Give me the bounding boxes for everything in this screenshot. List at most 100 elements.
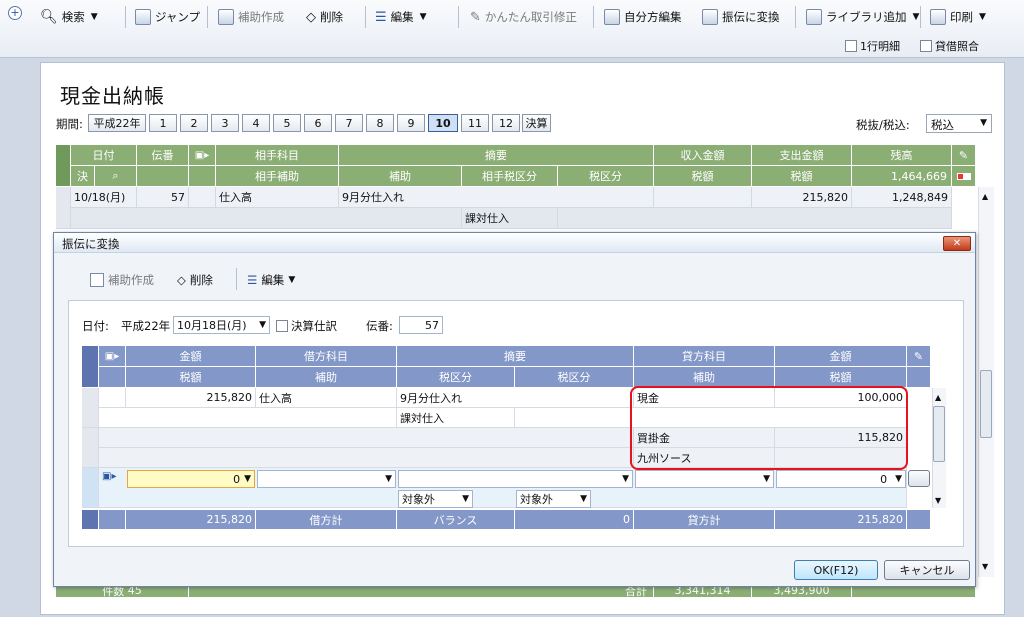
list-icon: ☰ <box>247 273 258 287</box>
month-tab[interactable]: 1 <box>149 114 177 132</box>
delete-button[interactable]: ◇ 削除 <box>306 6 343 28</box>
credit-account-select[interactable]: ▼ <box>635 470 774 488</box>
closing-checkbox[interactable]: 決算仕訳 <box>276 318 337 334</box>
row-date[interactable]: 10/18(月) <box>71 187 137 208</box>
scroll-up-icon[interactable]: ▲ <box>935 393 941 402</box>
chevron-down-icon: ▼ <box>980 118 987 128</box>
checkbox[interactable] <box>276 320 288 332</box>
col-tax-class-1: 税区分 <box>397 367 515 388</box>
scroll-up-icon[interactable]: ▲ <box>982 192 988 201</box>
edit-menu-button[interactable]: ☰ 編集 ▼ <box>375 6 427 28</box>
row-income[interactable] <box>654 187 752 208</box>
checkbox[interactable] <box>845 40 857 52</box>
scroll-down-icon[interactable]: ▼ <box>935 496 941 505</box>
tax-class-select-2[interactable]: 対象外 ▼ <box>516 490 591 508</box>
jump-button[interactable]: ジャンプ <box>135 6 200 28</box>
debit-account[interactable]: 仕入高 <box>256 388 397 408</box>
library-add-button[interactable]: ライブラリ追加 ▼ <box>806 6 919 28</box>
aux-create-button[interactable]: 補助作成 <box>218 6 284 28</box>
month-tab[interactable]: 10 <box>428 114 458 132</box>
close-icon[interactable]: ✕ <box>943 236 971 251</box>
month-tab[interactable]: 4 <box>242 114 270 132</box>
footer-cell <box>82 510 99 530</box>
col-search[interactable]: ⌕ <box>95 166 137 187</box>
date-select[interactable]: 10月18日(月) ▼ <box>173 316 270 334</box>
col-credit-account: 貸方科目 <box>634 346 775 367</box>
memo-select[interactable]: ▼ <box>398 470 633 488</box>
search-icon: 🔍︎ <box>40 9 58 25</box>
month-tab[interactable]: 5 <box>273 114 301 132</box>
column-settings-icon[interactable]: ✎ <box>907 346 931 367</box>
scroll-down-icon[interactable]: ▼ <box>982 562 988 571</box>
month-tab[interactable]: 決算 <box>522 114 551 132</box>
col-credit-amount: 金額 <box>775 346 907 367</box>
row-slip[interactable]: 57 <box>137 187 189 208</box>
debit-total: 215,820 <box>126 510 256 530</box>
row-selector[interactable] <box>82 468 99 508</box>
column-icon[interactable]: ▣▸ <box>102 471 116 482</box>
dialog-edit-button[interactable]: ☰ 編集 ▼ <box>247 272 295 288</box>
tax-class[interactable]: 課対仕入 <box>397 408 515 428</box>
search-icon: ⌕ <box>112 169 119 182</box>
footer-cell <box>99 510 126 530</box>
easy-fix-button[interactable]: ✎ かんたん取引修正 <box>470 6 577 28</box>
month-tab[interactable]: 11 <box>461 114 489 132</box>
amount-input[interactable]: 0 ▼ <box>127 470 255 488</box>
month-tab[interactable]: 8 <box>366 114 394 132</box>
col-icon[interactable]: ▣▸ <box>189 145 216 166</box>
row-expense[interactable]: 215,820 <box>752 187 852 208</box>
row-account[interactable]: 仕入高 <box>216 187 339 208</box>
col-debit-amount: 金額 <box>126 346 256 367</box>
row-tax[interactable]: 課対仕入 <box>462 208 558 229</box>
one-line-checkbox[interactable]: 1行明細 <box>845 38 900 54</box>
chevron-down-icon: ▼ <box>419 12 427 22</box>
row-selector[interactable] <box>56 187 71 229</box>
checkbox[interactable] <box>920 40 932 52</box>
memo[interactable]: 9月分仕入れ <box>397 388 634 408</box>
row-selector[interactable] <box>82 388 99 428</box>
divider <box>236 268 237 290</box>
month-tab[interactable]: 9 <box>397 114 425 132</box>
month-tab[interactable]: 3 <box>211 114 239 132</box>
debit-account-select[interactable]: ▼ <box>257 470 396 488</box>
slip-input[interactable]: 57 <box>399 316 443 334</box>
col-tax-class-2: 税区分 <box>515 367 634 388</box>
month-tab[interactable]: 12 <box>492 114 520 132</box>
balance-check-checkbox[interactable]: 貸借照合 <box>920 38 979 54</box>
col-icon[interactable]: ▣▸ <box>99 346 126 367</box>
self-edit-button[interactable]: 自分方編集 <box>604 6 682 28</box>
search-button[interactable]: 🔍︎ 検索 ▼ <box>40 6 98 28</box>
col-blank <box>189 166 216 187</box>
date-label: 日付: <box>82 319 109 333</box>
chevron-down-icon: ▼ <box>580 494 587 504</box>
col-tax-class: 税区分 <box>558 166 654 187</box>
print-button[interactable]: 印刷 ▼ <box>930 6 986 28</box>
scroll-thumb[interactable] <box>933 406 945 462</box>
month-tab[interactable]: 2 <box>180 114 208 132</box>
era-button[interactable]: 平成22年 <box>88 114 146 132</box>
tax-class-select-1[interactable]: 対象外 ▼ <box>398 490 473 508</box>
balance-value: 0 <box>515 510 634 530</box>
expand-icon[interactable]: + <box>8 6 22 20</box>
row-memo[interactable]: 9月分仕入れ <box>339 187 654 208</box>
column-settings-icon[interactable]: ✎ <box>952 145 976 166</box>
document-icon <box>218 9 234 25</box>
month-tab[interactable]: 7 <box>335 114 363 132</box>
convert-button[interactable]: 振伝に変換 <box>702 6 780 28</box>
tax-mode-select[interactable]: 税込 ▼ <box>926 114 992 133</box>
month-tab[interactable]: 6 <box>304 114 332 132</box>
col-closing: 決 <box>71 166 95 187</box>
scroll-thumb[interactable] <box>980 370 992 438</box>
dialog-aux-create-button[interactable]: 補助作成 <box>90 272 154 288</box>
ok-button[interactable]: OK(F12) <box>794 560 878 580</box>
chevron-down-icon[interactable]: ▼ <box>91 12 98 22</box>
credit-amount-input[interactable]: 0 ▼ <box>776 470 906 488</box>
col-expense: 支出金額 <box>752 145 852 166</box>
divider <box>365 6 366 28</box>
row-selector[interactable] <box>82 428 99 468</box>
row-balance: 1,248,849 <box>852 187 952 208</box>
dialog-delete-button[interactable]: ◇ 削除 <box>177 272 213 288</box>
cancel-button[interactable]: キャンセル <box>884 560 970 580</box>
debit-amount[interactable]: 215,820 <box>126 388 256 408</box>
row-button[interactable] <box>908 470 930 487</box>
